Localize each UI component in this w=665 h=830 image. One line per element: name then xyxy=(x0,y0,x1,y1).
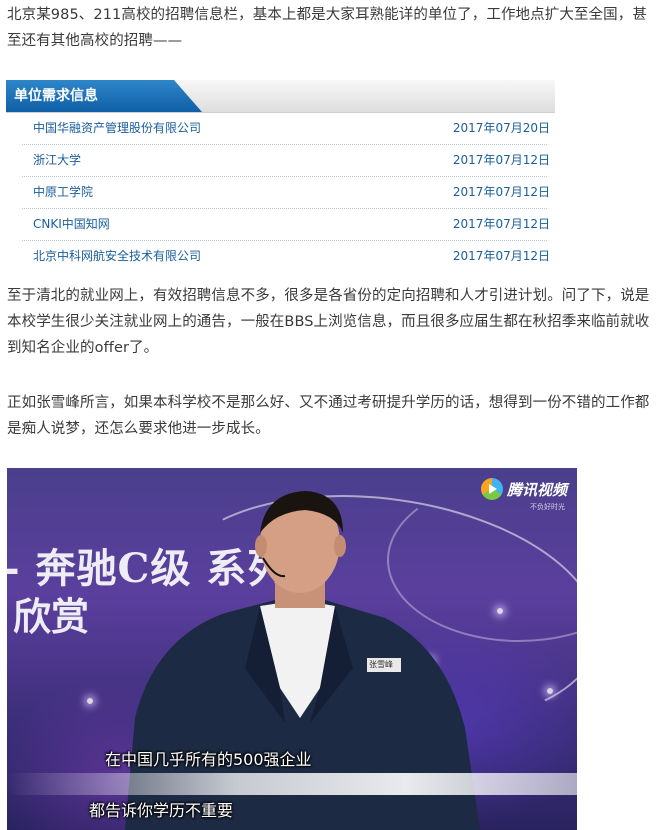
list-item: 北京中科网航安全技术有限公司 2017年07月12日 xyxy=(22,241,550,272)
posting-date: 2017年07月12日 xyxy=(452,185,550,199)
employer-link[interactable]: CNKI中国知网 xyxy=(33,209,110,240)
video-subtitle-1: 在中国几乎所有的500强企业 xyxy=(105,750,312,769)
sparkle-light xyxy=(547,688,553,694)
play-logo-icon xyxy=(480,478,503,500)
backdrop-text: 欣赏 xyxy=(13,594,90,639)
posting-date: 2017年07月20日 xyxy=(452,121,550,135)
employer-link[interactable]: 浙江大学 xyxy=(33,145,81,176)
video-still[interactable]: - 奔驰C级 系列 欣赏 张雪峰 腾讯视频 不负好时光 在中国几乎所有的500强… xyxy=(7,468,577,830)
employer-link[interactable]: 中国华融资产管理股份有限公司 xyxy=(33,113,201,144)
article-paragraph-1: 北京某985、211高校的招聘信息栏，基本上都是大家耳熟能详的单位了，工作地点扩… xyxy=(7,7,647,49)
video-subtitle-2: 都告诉你学历不重要 xyxy=(89,801,234,820)
logo-slogan: 不负好时光 xyxy=(530,503,565,511)
article-paragraph-3: 正如张雪峰所言，如果本科学校不是那么好、又不通过考研提升学历的话，想得到一份不错… xyxy=(7,395,650,437)
widget-title: 单位需求信息 xyxy=(14,88,98,104)
employer-link[interactable]: 北京中科网航安全技术有限公司 xyxy=(33,241,201,272)
video-platform-logo: 腾讯视频 xyxy=(480,478,567,500)
list-item: CNKI中国知网 2017年07月12日 xyxy=(22,209,550,241)
article-paragraph-2: 至于清北的就业网上，有效招聘信息不多，很多是各省份的定向招聘和人才引进计划。问了… xyxy=(7,288,650,356)
name-badge: 张雪峰 xyxy=(369,660,393,669)
employer-link[interactable]: 中原工学院 xyxy=(33,177,93,208)
caption-highlight-band xyxy=(7,773,577,795)
logo-text: 腾讯视频 xyxy=(506,480,567,499)
recruitment-list: 中国华融资产管理股份有限公司 2017年07月20日 浙江大学 2017年07月… xyxy=(6,113,555,272)
recruitment-info-widget: 单位需求信息 中国华融资产管理股份有限公司 2017年07月20日 浙江大学 2… xyxy=(6,80,555,272)
posting-date: 2017年07月12日 xyxy=(452,249,550,263)
list-item: 浙江大学 2017年07月12日 xyxy=(22,145,550,177)
list-item: 中原工学院 2017年07月12日 xyxy=(22,177,550,209)
sparkle-light xyxy=(87,698,93,704)
posting-date: 2017年07月12日 xyxy=(452,217,550,231)
list-item: 中国华融资产管理股份有限公司 2017年07月20日 xyxy=(22,113,550,145)
posting-date: 2017年07月12日 xyxy=(452,153,550,167)
widget-header: 单位需求信息 xyxy=(6,80,555,113)
